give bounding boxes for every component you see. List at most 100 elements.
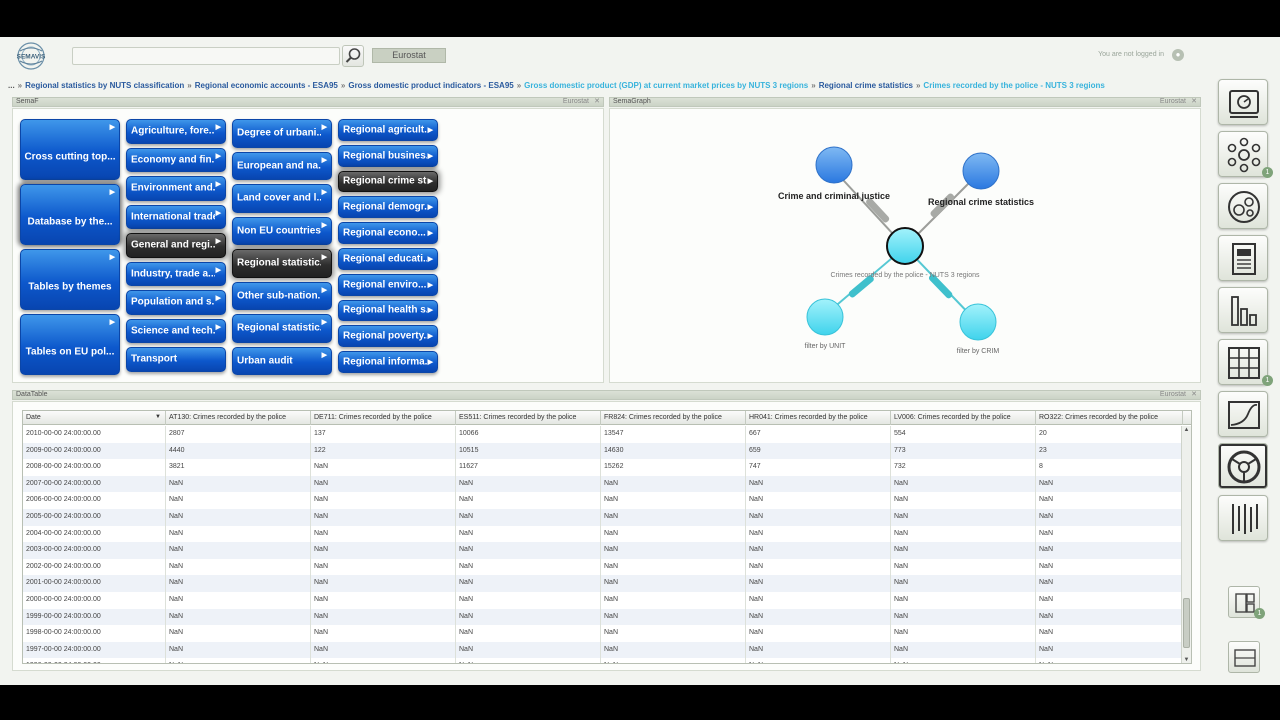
table-column-header[interactable]: Date ▼ — [23, 411, 166, 425]
table-row[interactable]: 2004-00-00 24:00:00.00 NaN NaN NaN NaN NaN NaN… — [23, 525, 1183, 543]
cluster-view-button[interactable] — [1218, 183, 1268, 229]
table-vertical-scrollbar[interactable]: ▲ ▼ — [1181, 426, 1191, 663]
semaf-col3-button[interactable]: Regional statistic... ▶ — [232, 314, 332, 343]
parallel-coordinates-button[interactable] — [1218, 495, 1268, 541]
semaf-col1-button[interactable]: Tables on EU pol... ▶ — [20, 314, 120, 375]
table-row[interactable]: 2005-00-00 24:00:00.00 NaN NaN NaN NaN NaN NaN… — [23, 509, 1183, 526]
semaf-col4-button[interactable]: Regional health s... ▶ — [338, 299, 438, 322]
semaf-col1-button[interactable]: Tables by themes ▶ — [20, 249, 120, 310]
semaf-col3-button[interactable]: European and na... ▶ — [232, 151, 332, 180]
layout-single-button[interactable] — [1228, 641, 1260, 673]
table-row[interactable]: 2009-00-00 24:00:00.00 4440 122 10515 14630 6… — [23, 442, 1183, 460]
semaf-col2-button[interactable]: Population and s... ▶ — [126, 290, 226, 315]
semaf-col4-button[interactable]: Regional econo... ▶ — [338, 222, 438, 244]
table-row[interactable]: 1998-00-00 24:00:00.00 NaN NaN NaN NaN NaN NaN… — [23, 625, 1183, 642]
graph-node-regional-crime[interactable] — [962, 152, 1000, 190]
search-input[interactable] — [72, 47, 340, 65]
semaf-col2-button[interactable]: Economy and fin... ▶ — [126, 147, 226, 172]
table-row[interactable]: 2007-00-00 24:00:00.00 NaN NaN NaN NaN NaN NaN… — [23, 475, 1183, 493]
semaf-col4-button[interactable]: Regional crime st... ▶ — [338, 170, 438, 193]
table-cell: 554 — [891, 426, 1036, 443]
scroll-up-icon[interactable]: ▲ — [1182, 426, 1191, 435]
semaf-col4-button[interactable]: Regional informa... ▶ — [338, 351, 438, 373]
breadcrumb-item[interactable]: Regional crime statistics — [819, 81, 913, 90]
semaf-close-icon[interactable]: ✕ — [594, 98, 600, 106]
sort-desc-icon[interactable]: ▼ — [155, 411, 161, 424]
table-column-header[interactable]: LV006: Crimes recorded by the police — [891, 411, 1036, 425]
table-column-header[interactable]: ES511: Crimes recorded by the police — [456, 411, 601, 425]
semaf-col3-button[interactable]: Urban audit ▶ — [232, 346, 332, 375]
graph-node-center[interactable] — [886, 227, 924, 265]
semaf-col2-button[interactable]: Environment and... ▶ — [126, 176, 226, 201]
graph-node-crime-justice[interactable] — [815, 146, 853, 184]
table-cell: 773 — [891, 442, 1036, 460]
table-column-header[interactable]: HR041: Crimes recorded by the police — [746, 411, 891, 425]
breadcrumb-item[interactable]: Regional statistics by NUTS classificati… — [25, 81, 184, 90]
document-view-button[interactable] — [1218, 235, 1268, 281]
search-button[interactable] — [342, 45, 364, 67]
breadcrumb-lead: ... — [8, 81, 15, 90]
table-cell: NaN — [311, 608, 456, 626]
semaf-col2-button[interactable]: Industry, trade a... ▶ — [126, 261, 226, 286]
semaf-col2-button[interactable]: International trade ▶ — [126, 204, 226, 229]
radial-view-button[interactable] — [1218, 443, 1268, 489]
table-body[interactable]: 2010-00-00 24:00:00.00 2807 137 10066 13547 6… — [23, 426, 1183, 663]
semaf-col3-button[interactable]: Non EU countries ▶ — [232, 216, 332, 245]
table-row[interactable]: 1997-00-00 24:00:00.00 NaN NaN NaN NaN NaN NaN… — [23, 641, 1183, 659]
semaf-col3-button[interactable]: Other sub-nation... ▶ — [232, 281, 332, 310]
source-button[interactable]: Eurostat — [372, 48, 446, 63]
semaf-col3-button[interactable]: Land cover and l... ▶ — [232, 184, 332, 213]
graph-node-filter-unit[interactable] — [806, 298, 844, 336]
table-column-header[interactable]: FR824: Crimes recorded by the police — [601, 411, 746, 425]
table-cell: NaN — [1036, 542, 1183, 559]
semagraph-close-icon[interactable]: ✕ — [1191, 98, 1197, 106]
line-chart-view-button[interactable] — [1218, 391, 1268, 437]
table-row[interactable]: 1996-00-00 24:00:00.00NaNNaNNaNNaNNaNNaN… — [23, 658, 1183, 663]
breadcrumb-item[interactable]: Gross domestic product indicators - ESA9… — [348, 81, 513, 90]
bar-chart-view-button[interactable] — [1218, 287, 1268, 333]
semaf-col4-button[interactable]: Regional busines... ▶ — [338, 144, 438, 167]
semaf-col1-button[interactable]: Cross cutting top... ▶ — [20, 119, 120, 180]
semaf-col2-button[interactable]: Transport — [126, 347, 226, 372]
semagraph-canvas[interactable]: Crime and criminal justice Regional crim… — [611, 115, 1201, 381]
graph-view-button[interactable]: 1 — [1218, 131, 1273, 178]
login-icon[interactable]: ● — [1172, 49, 1184, 61]
breadcrumb-item[interactable]: Gross domestic product (GDP) at current … — [524, 81, 808, 90]
table-cell: NaN — [601, 658, 746, 663]
table-row[interactable]: 2006-00-00 24:00:00.00 NaN NaN NaN NaN NaN NaN… — [23, 492, 1183, 509]
datatable-close-icon[interactable]: ✕ — [1191, 391, 1197, 399]
scroll-thumb[interactable] — [1183, 598, 1190, 648]
table-row[interactable]: 2002-00-00 24:00:00.00 NaN NaN NaN NaN NaN NaN… — [23, 558, 1183, 576]
semavis-logo: SEMAVIS — [17, 42, 46, 70]
table-row[interactable]: 2000-00-00 24:00:00.00 NaN NaN NaN NaN NaN NaN… — [23, 592, 1183, 609]
semaf-col4-button[interactable]: Regional poverty... ▶ — [338, 325, 438, 348]
table-row[interactable]: 2003-00-00 24:00:00.00 NaN NaN NaN NaN NaN NaN… — [23, 542, 1183, 559]
table-row[interactable]: 1999-00-00 24:00:00.00 NaN NaN NaN NaN NaN NaN… — [23, 608, 1183, 626]
semaf-col4-button[interactable]: Regional educati... ▶ — [338, 248, 438, 270]
table-column-header[interactable]: DE711: Crimes recorded by the police — [311, 411, 456, 425]
table-column-header[interactable]: AT130: Crimes recorded by the police — [166, 411, 311, 425]
layout-grid-button[interactable]: 1 — [1228, 586, 1265, 619]
semaf-col2-button[interactable]: Science and tech... ▶ — [126, 318, 226, 343]
semaf-col4-button[interactable]: Regional enviro... ▶ — [338, 273, 438, 296]
graph-node-filter-crim[interactable] — [959, 303, 997, 341]
table-cell: NaN — [166, 509, 311, 526]
semaf-col1-button[interactable]: Database by the... ▶ — [20, 184, 120, 245]
semaf-col2-button[interactable]: General and regi... ▶ — [126, 233, 226, 258]
table-row[interactable]: 2010-00-00 24:00:00.00 2807 137 10066 13547 6… — [23, 426, 1183, 443]
semaf-col2-button[interactable]: Agriculture, fore... ▶ — [126, 119, 226, 144]
table-view-button[interactable]: 1 — [1218, 339, 1273, 386]
bar-chart-view-icon — [1231, 296, 1257, 326]
table-column-header[interactable]: RO322: Crimes recorded by the police — [1036, 411, 1183, 425]
semaf-col3-button[interactable]: Degree of urbani... ▶ — [232, 119, 332, 148]
breadcrumb-item[interactable]: Regional economic accounts - ESA95 — [195, 81, 338, 90]
table-row[interactable]: 2001-00-00 24:00:00.00 NaN NaN NaN NaN NaN NaN… — [23, 575, 1183, 592]
semaf-button-label: Regional enviro... — [343, 279, 427, 291]
semaf-col4-button[interactable]: Regional demogr... ▶ — [338, 196, 438, 219]
table-row[interactable]: 2008-00-00 24:00:00.00 3821 NaN 11627 15262 7… — [23, 459, 1183, 476]
semaf-col4-button[interactable]: Regional agricult... ▶ — [338, 119, 438, 141]
semaf-col3-button[interactable]: Regional statistic... ▶ — [232, 249, 332, 278]
breadcrumb-item[interactable]: Crimes recorded by the police - NUTS 3 r… — [923, 81, 1104, 90]
timeline-view-button[interactable] — [1218, 79, 1268, 125]
scroll-down-icon[interactable]: ▼ — [1182, 656, 1191, 663]
